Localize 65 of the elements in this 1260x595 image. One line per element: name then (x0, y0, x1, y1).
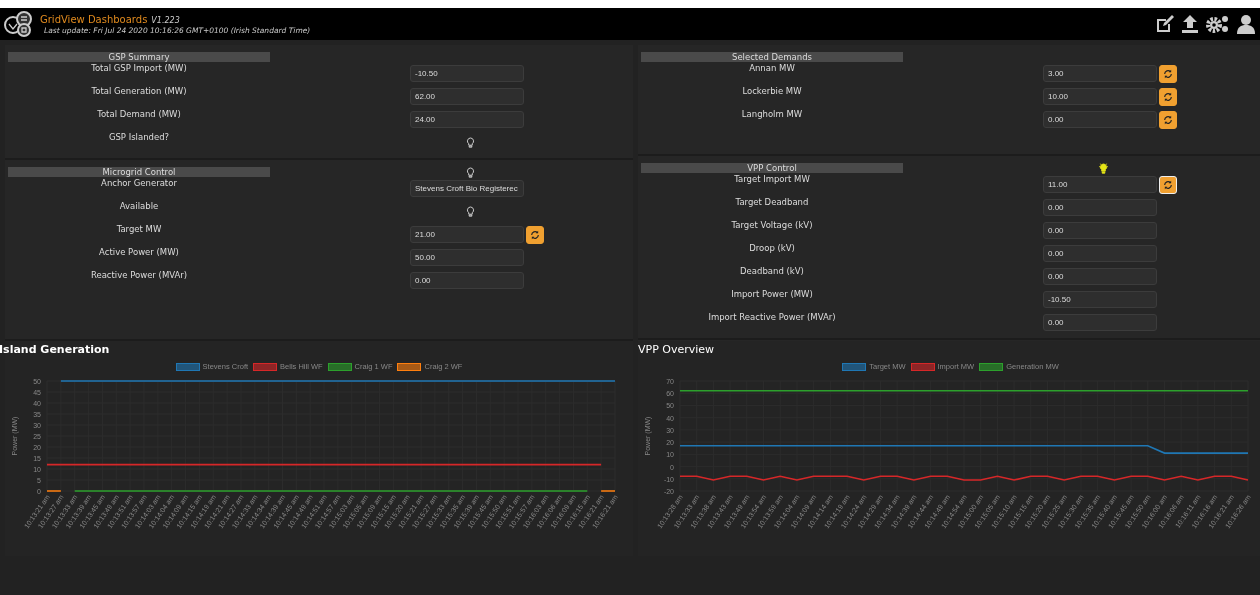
field-label: GSP Islanded? (107, 131, 171, 144)
refresh-icon (1163, 91, 1173, 102)
value-field[interactable]: Stevens Croft Bio Registerec (410, 180, 524, 197)
app-title: GridView Dashboards (40, 13, 148, 25)
field-label: Anchor Generator (100, 177, 178, 190)
value-field[interactable]: 0.00 (1043, 268, 1157, 285)
field-label: Available (118, 200, 160, 213)
refresh-button[interactable] (1159, 87, 1177, 106)
value-field[interactable]: 3.00 (1043, 65, 1157, 82)
field-label: Target Voltage (kV) (730, 219, 814, 232)
value-field[interactable]: 10.00 (1043, 88, 1157, 105)
field-label: Target Import MW (733, 173, 811, 186)
legend-swatch (327, 362, 352, 371)
legend-swatch (175, 362, 200, 371)
upload-icon[interactable] (1180, 14, 1200, 34)
legend-swatch (910, 362, 935, 371)
field-label: Reactive Power (MVAr) (89, 269, 189, 282)
value-field[interactable]: -10.50 (410, 65, 524, 82)
field-label: Droop (kV) (748, 242, 796, 255)
field-label: Target Deadband (734, 196, 810, 209)
value-field[interactable]: -10.50 (1043, 291, 1157, 308)
logo-icon (4, 11, 34, 37)
user-icon[interactable] (1236, 14, 1256, 34)
refresh-icon (1163, 179, 1173, 190)
chart-title: Island Generation (0, 342, 111, 356)
field-label: Target MW (115, 223, 163, 236)
section-header: Microgrid Control (8, 167, 270, 177)
value-field[interactable]: 0.00 (1043, 111, 1157, 128)
section-header: GSP Summary (8, 52, 270, 62)
value-field[interactable]: 50.00 (410, 249, 524, 266)
field-label: Active Power (MW) (98, 246, 180, 259)
value-field[interactable]: 11.00 (1043, 176, 1157, 193)
value-field[interactable]: 0.00 (1043, 199, 1157, 216)
section-header: VPP Control (641, 163, 903, 173)
field-label: Annan MW (748, 62, 796, 75)
value-field[interactable]: 24.00 (410, 111, 524, 128)
section-header: Selected Demands (641, 52, 903, 62)
field-label: Total Demand (MW) (96, 108, 182, 121)
refresh-button[interactable] (1159, 64, 1177, 83)
version-label: V1.223 (151, 15, 180, 25)
refresh-icon (530, 229, 540, 240)
refresh-button[interactable] (1159, 110, 1177, 129)
value-field[interactable]: 0.00 (1043, 314, 1157, 331)
value-field[interactable]: 21.00 (410, 226, 524, 243)
value-field[interactable]: 62.00 (410, 88, 524, 105)
field-label: Total Generation (MW) (90, 85, 188, 98)
value-field[interactable]: 0.00 (1043, 222, 1157, 239)
edit-icon[interactable] (1155, 14, 1175, 34)
refresh-icon (1163, 114, 1173, 125)
refresh-icon (1163, 68, 1173, 79)
value-field[interactable]: 0.00 (1043, 245, 1157, 262)
legend-swatch (397, 362, 422, 371)
refresh-button[interactable] (526, 225, 544, 244)
legend-swatch (979, 362, 1004, 371)
field-label: Import Power (MW) (730, 288, 814, 301)
field-label: Import Reactive Power (MVAr) (707, 311, 837, 324)
settings-icon[interactable] (1205, 14, 1231, 34)
chart-title: VPP Overview (638, 342, 716, 356)
legend-swatch (253, 362, 278, 371)
value-field[interactable]: 0.00 (410, 272, 524, 289)
legend-swatch (842, 362, 867, 371)
field-label: Langholm MW (740, 108, 804, 121)
field-label: Total GSP Import (MW) (90, 62, 188, 75)
field-label: Lockerbie MW (741, 85, 803, 98)
field-label: Deadband (kV) (739, 265, 805, 278)
